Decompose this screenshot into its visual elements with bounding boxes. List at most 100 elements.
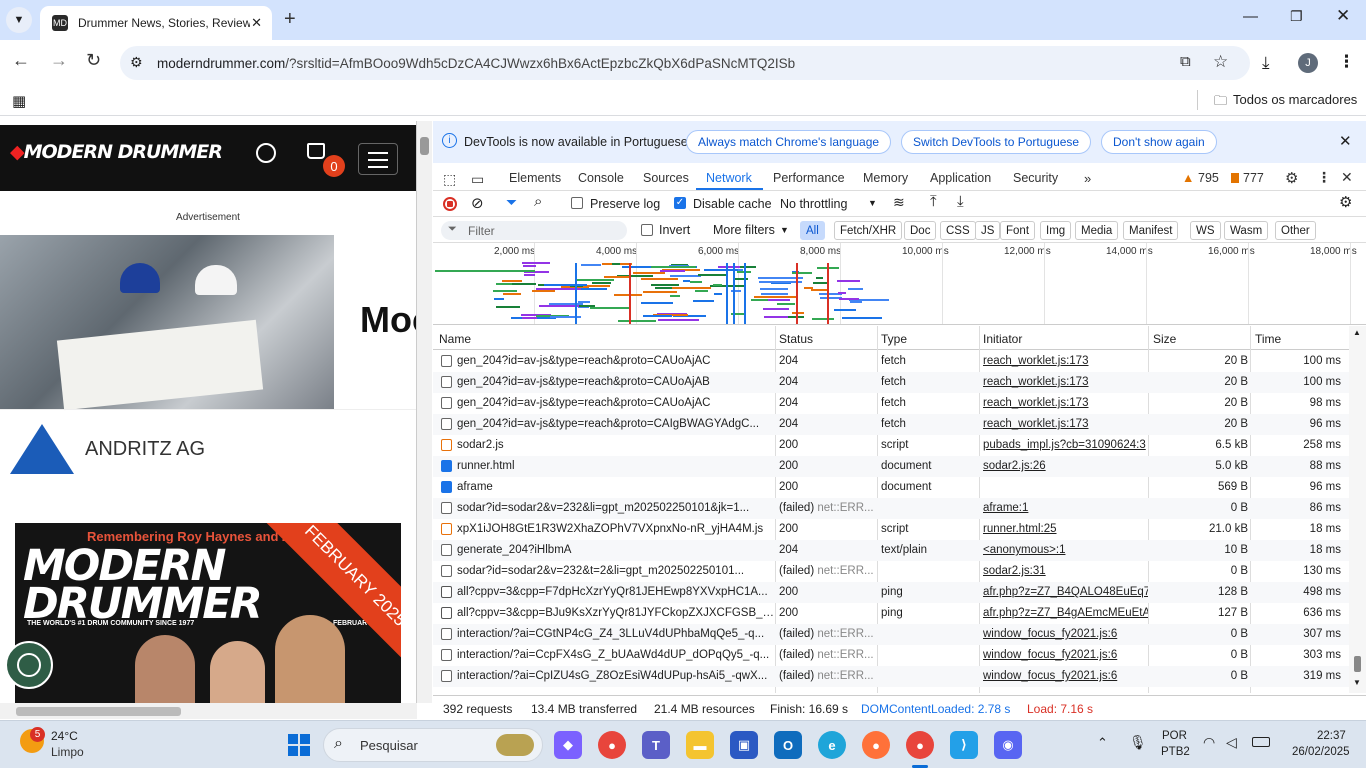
request-initiator[interactable]: afr.php?z=Z7_B4gAEmcMEuEtA [983,607,1148,619]
search-network-icon[interactable]: ⌕ [534,193,542,210]
scroll-thumb[interactable] [1354,656,1361,672]
request-name[interactable]: interaction/?ai=CcpFX4sG_Z_bUAaWd4dUP_dO… [457,649,777,661]
cookie-settings-button[interactable] [5,641,53,689]
outlook-icon[interactable]: O [774,731,802,759]
more-filters-button[interactable]: More filters [713,223,775,237]
filter-media[interactable]: Media [1075,221,1119,240]
tab-memory[interactable]: Memory [863,171,908,185]
url-text[interactable]: moderndrummer.com/?srsltid=AfmBOoo9Wdh5c… [157,56,795,71]
warning-count[interactable]: 795 [1198,171,1219,185]
address-bar[interactable]: ⚙ moderndrummer.com/?srsltid=AfmBOoo9Wdh… [120,46,1250,80]
discord-icon[interactable]: ◉ [994,731,1022,759]
weather-desc[interactable]: Limpo [51,745,84,759]
request-row[interactable]: interaction/?ai=CcpFX4sG_Z_bUAaWd4dUP_dO… [433,645,1349,666]
filter-img[interactable]: Img [1040,221,1072,240]
page-horizontal-scrollbar[interactable] [0,703,417,719]
request-name[interactable]: xpX1iJOH8GtE1R3W2XhaZOPhV7VXpnxNo-nR_yjH… [457,523,777,535]
reload-button[interactable]: ↻ [86,50,101,71]
request-row[interactable]: sodar2.js 200 script pubads_impl.js?cb=3109… [433,435,1349,456]
request-name[interactable]: all?cppv=3&cpp=F7dpHcXzrYyQr81JEHEwp8YXV… [457,586,777,598]
request-row[interactable]: runner.html 200 document sodar2.js:26 5.0 kB… [433,456,1349,477]
request-initiator[interactable]: window_focus_fy2021.js:6 [983,628,1148,640]
tab-elements[interactable]: Elements [509,171,561,185]
devtools-menu-icon[interactable]: ⋮ [1317,169,1331,186]
tab-network[interactable]: Network [706,171,752,185]
request-row[interactable]: sodar?id=sodar2&v=232&t=2&li=gpt_m202502… [433,561,1349,582]
request-row[interactable]: interaction/?ai=CGtNP4cG_Z4_3LLuV4dUPhba… [433,624,1349,645]
tab-performance[interactable]: Performance [773,171,845,185]
request-initiator[interactable]: <anonymous>:1 [983,544,1148,556]
disable-cache-checkbox[interactable]: ✓ [674,197,686,209]
filter-wasm[interactable]: Wasm [1224,221,1269,240]
request-name[interactable]: sodar2.js [457,439,777,451]
site-info-icon[interactable]: ⚙ [130,54,143,71]
clock-date[interactable]: 26/02/2025 [1292,746,1350,758]
clock-time[interactable]: 22:37 [1317,730,1346,742]
taskbar-search[interactable]: ⌕ Pesquisar [323,728,543,762]
teams-icon[interactable]: T [642,731,670,759]
export-har-icon[interactable]: ⤓ [957,193,964,210]
request-initiator[interactable]: window_focus_fy2021.js:6 [983,649,1148,661]
request-name[interactable]: generate_204?iHlbmA [457,544,777,556]
copilot-icon[interactable]: ◆ [554,731,582,759]
request-initiator[interactable]: reach_worklet.js:173 [983,397,1148,409]
apps-grid-icon[interactable]: ▦ [12,92,26,110]
column-name[interactable]: Name [439,332,471,346]
request-name[interactable]: sodar?id=sodar2&v=232&li=gpt_m2025022501… [457,502,777,514]
column-time[interactable]: Time [1255,332,1281,346]
device-toggle-icon[interactable]: ▭ [471,171,484,188]
clear-icon[interactable]: ⊘ [471,194,484,212]
error-icon[interactable] [1231,173,1239,183]
scroll-up-icon[interactable]: ▲ [1353,328,1361,337]
request-row[interactable]: aframe 200 document 569 B 96 ms [433,477,1349,498]
record-stop-icon[interactable] [443,197,457,211]
start-button[interactable] [288,734,310,756]
chrome-profile-icon[interactable]: ● [906,731,934,759]
request-initiator[interactable]: pubads_impl.js?cb=31090624:3 [983,439,1148,451]
edge-icon[interactable]: e [818,731,846,759]
maximize-button[interactable]: ❐ [1290,8,1303,25]
filter-ws[interactable]: WS [1190,221,1221,240]
request-initiator[interactable]: afr.php?z=Z7_B4QALO48EuEq7 [983,586,1148,598]
translate-icon[interactable]: ⧉ [1180,53,1191,70]
filter-css[interactable]: CSS [940,221,976,240]
close-infobar-icon[interactable]: ✕ [1339,132,1352,150]
scroll-thumb[interactable] [16,707,181,716]
request-row[interactable]: gen_204?id=av-js&type=reach&proto=CAIgBW… [433,414,1349,435]
tab-application[interactable]: Application [930,171,991,185]
network-overview-timeline[interactable]: 2,000 ms 4,000 ms 6,000 ms 8,000 ms 10,000 m… [433,243,1366,325]
match-language-button[interactable]: Always match Chrome's language [686,130,892,154]
firefox-icon[interactable]: ● [862,731,890,759]
filter-doc[interactable]: Doc [904,221,937,240]
request-row[interactable]: sodar?id=sodar2&v=232&li=gpt_m2025022501… [433,498,1349,519]
chevron-down-icon[interactable]: ▼ [868,198,877,208]
request-list-scrollbar[interactable]: ▲ ▼ [1349,326,1366,693]
preserve-log-checkbox[interactable] [571,197,583,209]
request-row[interactable]: all?cppv=3&cpp=F7dpHcXzrYyQr81JEHEwp8YXV… [433,582,1349,603]
request-initiator[interactable]: reach_worklet.js:173 [983,376,1148,388]
all-bookmarks-button[interactable]: 🗀 Todos os marcadores [1214,92,1357,114]
scroll-thumb[interactable] [420,137,429,155]
vscode-icon[interactable]: ⟩ [950,731,978,759]
request-row[interactable]: generate_204?iHlbmA 204 text/plain <anonymo… [433,540,1349,561]
microphone-icon[interactable]: 🎙 [1129,734,1147,751]
profile-avatar[interactable]: J [1298,53,1318,73]
battery-icon[interactable] [1252,737,1270,747]
request-initiator[interactable]: reach_worklet.js:173 [983,418,1148,430]
tab-console[interactable]: Console [578,171,624,185]
switch-portuguese-button[interactable]: Switch DevTools to Portuguese [901,130,1092,154]
request-row[interactable]: gen_204?id=av-js&type=reach&proto=CAUoAj… [433,372,1349,393]
request-row[interactable]: xpX1iJOH8GtE1R3W2XhaZOPhV7VXpnxNo-nR_yjH… [433,519,1349,540]
column-status[interactable]: Status [779,332,813,346]
bookmark-star-icon[interactable]: ☆ [1213,52,1228,72]
chevron-down-icon[interactable]: ▼ [780,225,789,235]
ad-photo[interactable] [0,235,334,411]
cart-icon[interactable] [307,143,325,159]
filter-font[interactable]: Font [1000,221,1036,240]
request-row[interactable]: all?cppv=3&cpp=BJu9KsXzrYyQr81JYFCkopZXJ… [433,603,1349,624]
close-devtools-icon[interactable]: ✕ [1341,169,1353,186]
language-code[interactable]: POR [1162,730,1187,742]
magazine-cover[interactable]: Remembering Roy Haynes and Zakir MODERN … [15,523,401,703]
import-har-icon[interactable]: ⤒ [930,193,937,210]
hamburger-menu-button[interactable] [358,143,398,175]
